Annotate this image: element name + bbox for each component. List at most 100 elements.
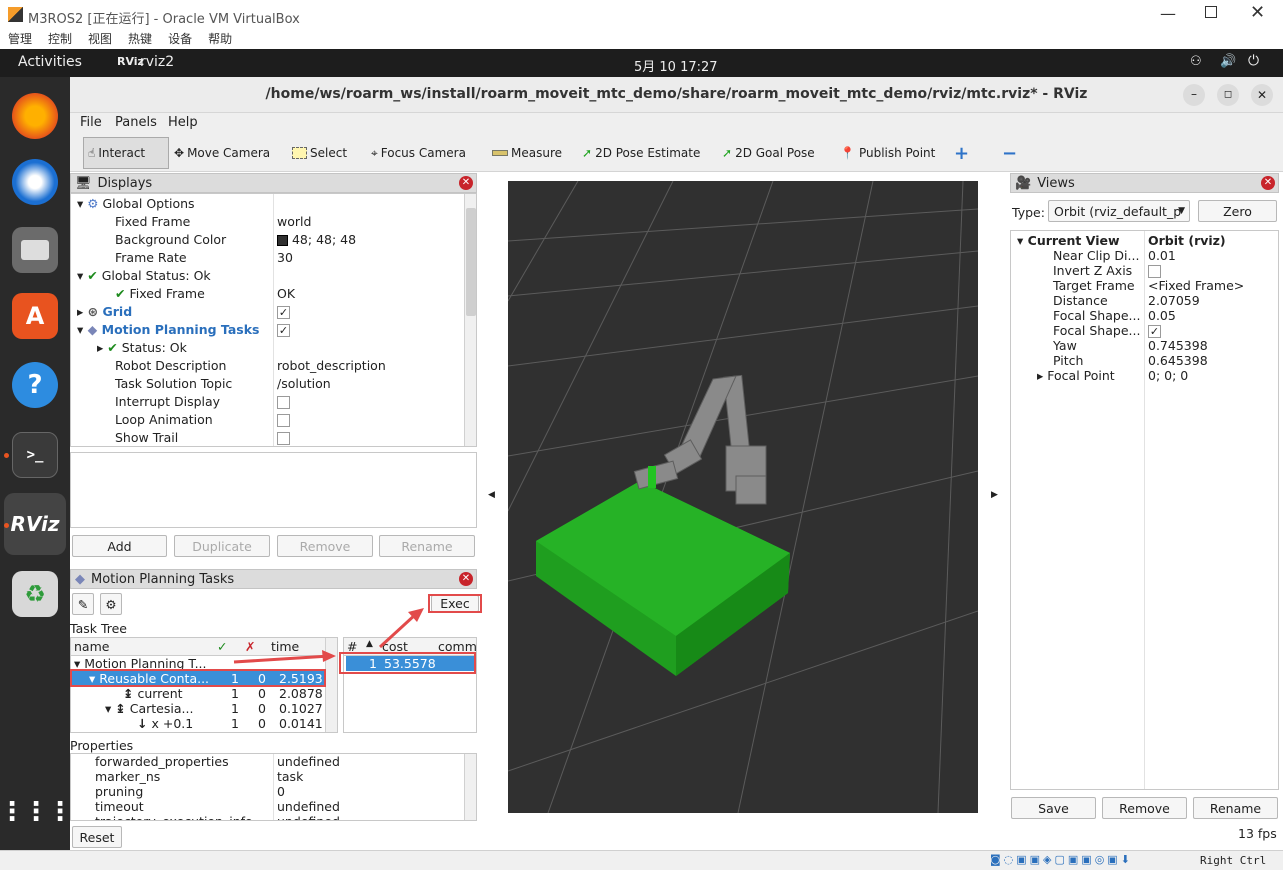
vbox-menu-hotkey[interactable]: 热键: [128, 32, 152, 46]
task-solution-topic-value[interactable]: /solution: [277, 376, 331, 394]
power-icon[interactable]: ⏻: [1248, 53, 1259, 69]
focus-camera-tool[interactable]: ⌖ Focus Camera: [371, 142, 466, 164]
displays-close-icon[interactable]: ✕: [459, 176, 473, 190]
x-move-fail: 0: [258, 716, 266, 731]
remove-tool-icon[interactable]: −: [1002, 142, 1017, 164]
frame-rate-value[interactable]: 30: [277, 250, 293, 268]
app-menu[interactable]: rviz2: [140, 54, 174, 70]
vbox-menu-view[interactable]: 视图: [88, 32, 112, 46]
render-viewport[interactable]: [507, 180, 979, 814]
interact-tool[interactable]: ☝ Interact: [83, 137, 169, 169]
goal-pose-tool[interactable]: ➚ 2D Goal Pose: [722, 142, 815, 164]
loop-animation-checkbox[interactable]: [277, 412, 290, 430]
add-tool-icon[interactable]: +: [954, 142, 969, 164]
fps-readout: 13 fps: [1238, 826, 1277, 841]
select-tool[interactable]: Select: [292, 142, 347, 164]
color-swatch: [277, 235, 288, 246]
vbox-device-icons[interactable]: ◙◌▣▣◈▢▣▣◎▣⬇: [990, 853, 1133, 866]
vbox-menu-control[interactable]: 控制: [48, 32, 72, 46]
close-icon[interactable]: ✕: [1250, 2, 1265, 23]
apps-grid-icon[interactable]: ⋮⋮⋮: [0, 789, 73, 835]
remove-display-button[interactable]: Remove: [277, 535, 373, 557]
view-prop-focal-point-value[interactable]: 0; 0; 0: [1148, 368, 1188, 386]
background-color-value[interactable]: 48; 48; 48: [277, 232, 356, 250]
type-label: Type:: [1012, 205, 1045, 220]
robot-description-value[interactable]: robot_description: [277, 358, 386, 376]
grid-enabled-checkbox[interactable]: ✓: [277, 304, 290, 322]
measure-tool[interactable]: Measure: [492, 142, 562, 164]
mpt-close-icon[interactable]: ✕: [459, 572, 473, 586]
task-row-x-move[interactable]: ↓ x +0.1: [137, 716, 193, 732]
tree-row-motion-planning-tasks[interactable]: ▾ ◆ Motion Planning Tasks: [77, 322, 259, 340]
duplicate-display-button[interactable]: Duplicate: [174, 535, 270, 557]
rviz-icon[interactable]: RViz: [10, 501, 59, 547]
displays-tree: ▾ ⚙ Global Options Fixed Frame world Bac…: [70, 193, 477, 447]
help-icon[interactable]: ?: [12, 362, 58, 408]
select-icon: [292, 147, 307, 159]
properties-scrollbar[interactable]: [464, 754, 476, 820]
fixed-frame-value[interactable]: world: [277, 214, 311, 232]
clock[interactable]: 5月 10 17:27: [634, 56, 718, 75]
terminal-icon[interactable]: >_: [12, 432, 58, 478]
gear-icon: ⚙: [87, 196, 99, 211]
vbox-title-text: M3ROS2 [正在运行] - Oracle VM VirtualBox: [28, 12, 300, 27]
edit-task-icon[interactable]: ✎: [72, 593, 94, 615]
collapse-left-icon[interactable]: ◀: [488, 490, 495, 500]
trash-icon[interactable]: ♻: [12, 571, 58, 617]
firefox-icon[interactable]: [12, 93, 58, 139]
collapse-right-icon[interactable]: ▶: [991, 490, 998, 500]
thunderbird-icon[interactable]: [12, 159, 58, 205]
views-close-icon[interactable]: ✕: [1261, 176, 1275, 190]
tree-row-status-ok[interactable]: ▸ ✔ Status: Ok: [97, 340, 187, 358]
tree-row-global-options[interactable]: ▾ ⚙ Global Options: [77, 196, 195, 214]
view-type-select[interactable]: Orbit (rviz_default_p ▼: [1048, 200, 1190, 222]
tree-row-global-status[interactable]: ▾ ✔ Global Status: Ok: [77, 268, 211, 286]
network-icon[interactable]: ⚇: [1190, 54, 1202, 69]
mpt-enabled-checkbox[interactable]: ✓: [277, 322, 290, 340]
prop-trajectory-execution-info-value[interactable]: undefined: [277, 814, 340, 820]
minimize-icon[interactable]: —: [1160, 4, 1176, 23]
settings-gear-icon[interactable]: ⚙: [100, 593, 122, 615]
vbox-menu-help[interactable]: 帮助: [208, 32, 232, 46]
vbox-menu-devices[interactable]: 设备: [168, 32, 192, 46]
vbox-menu-manage[interactable]: 管理: [8, 32, 32, 46]
maximize-icon[interactable]: [1205, 6, 1217, 18]
grid-icon: ⊛: [87, 304, 99, 319]
mpt-panel-header: ◆ Motion Planning Tasks ✕: [70, 569, 477, 589]
ruler-icon: [492, 150, 508, 156]
tree-row-grid[interactable]: ▸ ⊛ Grid: [77, 304, 132, 322]
rename-display-button[interactable]: Rename: [379, 535, 475, 557]
rviz-toolbar: ☝ Interact ✥ Move Camera Select ⌖ Focus Cam…: [70, 134, 1283, 172]
reset-button[interactable]: Reset: [72, 826, 122, 848]
pose-estimate-tool[interactable]: ➚ 2D Pose Estimate: [582, 142, 700, 164]
focus-camera-icon: ⌖: [371, 145, 378, 160]
move-camera-tool[interactable]: ✥ Move Camera: [174, 142, 270, 164]
displays-scrollbar[interactable]: [464, 194, 476, 446]
save-view-button[interactable]: Save: [1011, 797, 1096, 819]
tree-row-interrupt-display: Interrupt Display: [115, 394, 221, 409]
rviz-close-icon[interactable]: ✕: [1251, 84, 1273, 106]
software-icon[interactable]: A: [12, 293, 58, 339]
rename-view-button[interactable]: Rename: [1193, 797, 1278, 819]
view-prop-focal-point[interactable]: ▸ Focal Point: [1037, 368, 1115, 386]
activities-button[interactable]: Activities: [18, 54, 82, 70]
rviz-minimize-icon[interactable]: –: [1183, 84, 1205, 106]
files-icon[interactable]: [12, 227, 58, 273]
rviz-maximize-icon[interactable]: ◻: [1217, 84, 1239, 106]
hand-icon: ☝: [88, 146, 96, 160]
volume-icon[interactable]: 🔊: [1220, 54, 1236, 69]
add-display-button[interactable]: Add: [72, 535, 167, 557]
task-tree-label: Task Tree: [70, 621, 127, 636]
show-trail-checkbox[interactable]: [277, 430, 290, 446]
tree-row-fixed-frame: Fixed Frame: [115, 214, 191, 229]
camera-icon: 🎥: [1015, 175, 1032, 191]
interrupt-display-checkbox[interactable]: [277, 394, 290, 412]
menu-panels[interactable]: Panels: [115, 115, 157, 130]
menu-help[interactable]: Help: [168, 115, 198, 130]
tree-row-task-solution-topic: Task Solution Topic: [115, 376, 233, 391]
zero-button[interactable]: Zero: [1198, 200, 1277, 222]
col-name[interactable]: name: [74, 639, 109, 657]
publish-point-tool[interactable]: 📍 Publish Point: [840, 142, 935, 164]
remove-view-button[interactable]: Remove: [1102, 797, 1187, 819]
menu-file[interactable]: File: [80, 115, 102, 130]
